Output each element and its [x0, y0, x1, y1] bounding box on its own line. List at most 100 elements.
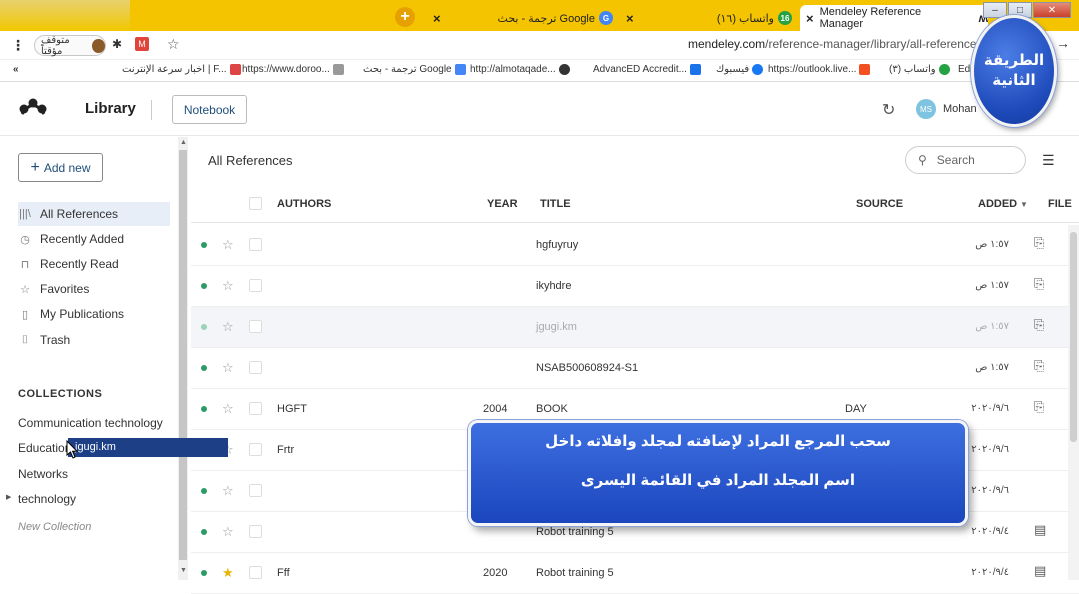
new-collection-button[interactable]: New Collection	[18, 521, 91, 533]
profile-button[interactable]: متوقف مؤقتاً	[34, 35, 106, 57]
sidebar-item-recently-added[interactable]: ◷ Recently Added	[18, 227, 170, 251]
pdf-add-icon[interactable]: ⎘	[1034, 235, 1044, 251]
select-all-checkbox[interactable]	[249, 197, 262, 210]
cell-added: ١:٥٧ ص	[975, 280, 1009, 291]
scroll-down-icon[interactable]: ▼	[180, 567, 187, 574]
sidebar-item-label: Recently Added	[40, 232, 125, 246]
sidebar-item-favorites[interactable]: ☆ Favorites	[18, 277, 170, 301]
pdf-add-icon[interactable]: ⎘	[1034, 399, 1044, 415]
new-tab-button[interactable]: +	[395, 7, 415, 27]
row-checkbox[interactable]	[249, 525, 262, 538]
tab-mendeley[interactable]: × Mendeley Reference Manager ʍ	[800, 5, 988, 31]
outlook-icon	[859, 64, 871, 75]
close-window-icon[interactable]: ✕	[1033, 2, 1071, 18]
browser-menu-icon[interactable]: ⋮	[11, 37, 25, 54]
row-checkbox[interactable]	[249, 361, 262, 374]
bookmark-item[interactable]: Ed	[958, 64, 970, 75]
avatar[interactable]: MS	[916, 99, 936, 119]
collection-technology[interactable]: technology	[18, 492, 76, 506]
sync-icon[interactable]: ↻	[882, 100, 895, 120]
column-year[interactable]: YEAR	[487, 198, 518, 210]
clock-icon: ◷	[20, 233, 30, 246]
sidebar-item-my-publications[interactable]: ▯ My Publications	[18, 302, 170, 326]
column-title[interactable]: TITLE	[540, 198, 571, 210]
table-row[interactable]: ☆ jgugi.km ١:٥٧ ص ⎘	[191, 307, 1079, 348]
collection-education[interactable]: Education	[18, 441, 71, 455]
unread-indicator	[201, 529, 207, 535]
favorite-star-icon[interactable]: ☆	[222, 237, 234, 253]
close-tab-icon[interactable]: ×	[806, 11, 814, 26]
bookmark-item[interactable]: ترجمة - بحث Google	[363, 64, 466, 75]
favorite-star-icon[interactable]: ☆	[222, 319, 234, 335]
file-icon[interactable]: ▤	[1034, 563, 1046, 579]
window-controls: – □ ✕	[983, 2, 1071, 18]
sidebar-item-all-references[interactable]: |||\ All References	[18, 202, 170, 226]
favorite-star-icon[interactable]: ☆	[222, 483, 234, 499]
table-row[interactable]: ☆ ikyhdre ١:٥٧ ص ⎘	[191, 266, 1079, 307]
blurred-tab-area	[0, 0, 130, 31]
collections-heading: COLLECTIONS	[18, 388, 103, 400]
url-field[interactable]: mendeley.com/reference-manager/library/a…	[688, 37, 986, 51]
bookmark-item[interactable]: فيسبوك	[716, 64, 764, 75]
list-scroll-thumb[interactable]	[1070, 232, 1077, 442]
favorite-star-icon[interactable]: ☆	[222, 401, 234, 417]
bookmark-item[interactable]: اخبار سرعة الإنترنت | F...	[122, 64, 241, 75]
filter-icon[interactable]: ☰	[1042, 152, 1055, 169]
row-checkbox[interactable]	[249, 320, 262, 333]
user-name[interactable]: Mohan	[943, 103, 977, 115]
favorite-star-icon[interactable]: ★	[222, 565, 234, 581]
mendeley-logo-icon[interactable]	[18, 97, 48, 117]
bookmark-item[interactable]: (٣) واتساب	[889, 64, 950, 75]
pdf-add-icon[interactable]: ⎘	[1034, 317, 1044, 333]
extensions-icon[interactable]: ✱	[112, 37, 122, 51]
close-tab-icon[interactable]: ×	[626, 11, 634, 26]
row-checkbox[interactable]	[249, 484, 262, 497]
sidebar-item-trash[interactable]: ⌷ Trash	[18, 328, 170, 352]
expand-caret-icon[interactable]: ▶	[6, 493, 11, 501]
collection-communication-technology[interactable]: Communication technology	[18, 416, 163, 430]
column-file[interactable]: FILE	[1048, 198, 1072, 210]
file-icon[interactable]: ▤	[1034, 522, 1046, 538]
callout-line-2: اسم المجلد المراد في القائمة اليسرى	[580, 472, 856, 489]
row-checkbox[interactable]	[249, 443, 262, 456]
row-checkbox[interactable]	[249, 566, 262, 579]
gmail-extension-icon[interactable]: M	[135, 37, 149, 51]
sidebar-scroll-thumb[interactable]	[179, 150, 187, 560]
sort-desc-icon[interactable]: ▼	[1020, 200, 1028, 209]
row-checkbox[interactable]	[249, 279, 262, 292]
table-row[interactable]: ★ Fff 2020 Robot training 5 ٢٠٢٠/٩/٤ ▤	[191, 553, 1079, 594]
sidebar-item-recently-read[interactable]: ⊓ Recently Read	[18, 252, 170, 276]
column-authors[interactable]: AUTHORS	[277, 198, 331, 210]
instruction-callout: سحب المرجع المراد لإضافته لمجلد وافلاته …	[468, 420, 968, 526]
cell-author: Fff	[277, 567, 290, 579]
favorite-star-icon[interactable]: ☆	[222, 360, 234, 376]
bookmark-star-icon[interactable]: ☆	[167, 36, 180, 53]
row-checkbox[interactable]	[249, 238, 262, 251]
forward-arrow-icon[interactable]: →	[1056, 35, 1070, 51]
bookmark-icon: ⊓	[20, 258, 30, 271]
pdf-add-icon[interactable]: ⎘	[1034, 276, 1044, 292]
bookmark-item[interactable]: https://outlook.live...	[768, 64, 871, 75]
pdf-add-icon[interactable]: ⎘	[1034, 358, 1044, 374]
bookmark-label: (٣) واتساب	[889, 64, 936, 75]
bookmark-item[interactable]: http://almotaqade...	[470, 64, 570, 75]
bookmarks-overflow-icon[interactable]: «	[13, 64, 19, 75]
column-source[interactable]: SOURCE	[856, 198, 903, 210]
close-tab-icon[interactable]: ×	[433, 11, 441, 26]
favorite-star-icon[interactable]: ☆	[222, 278, 234, 294]
favorite-star-icon[interactable]: ☆	[222, 524, 234, 540]
add-new-button[interactable]: + Add new	[18, 153, 103, 182]
table-row[interactable]: ☆ hgfuyruy ١:٥٧ ص ⎘	[191, 225, 1079, 266]
search-input[interactable]: ⚲ Search	[905, 146, 1026, 174]
bookmark-item[interactable]: https://www.doroo...	[242, 64, 344, 75]
table-row[interactable]: ☆ NSAB500608924-S1 ١:٥٧ ص ⎘	[191, 348, 1079, 389]
column-added[interactable]: ADDED	[978, 198, 1017, 210]
scroll-up-icon[interactable]: ▲	[180, 139, 187, 146]
collection-networks[interactable]: Networks	[18, 467, 68, 481]
bookmark-item[interactable]: AdvancED Accredit...	[593, 64, 701, 75]
notebook-button[interactable]: Notebook	[172, 95, 247, 124]
tab-whatsapp[interactable]: × (١٦) واتساب 16	[620, 5, 796, 31]
google-icon: G	[599, 11, 613, 25]
tab-google-translate[interactable]: × ترجمة - بحث Google G	[427, 5, 617, 31]
row-checkbox[interactable]	[249, 402, 262, 415]
